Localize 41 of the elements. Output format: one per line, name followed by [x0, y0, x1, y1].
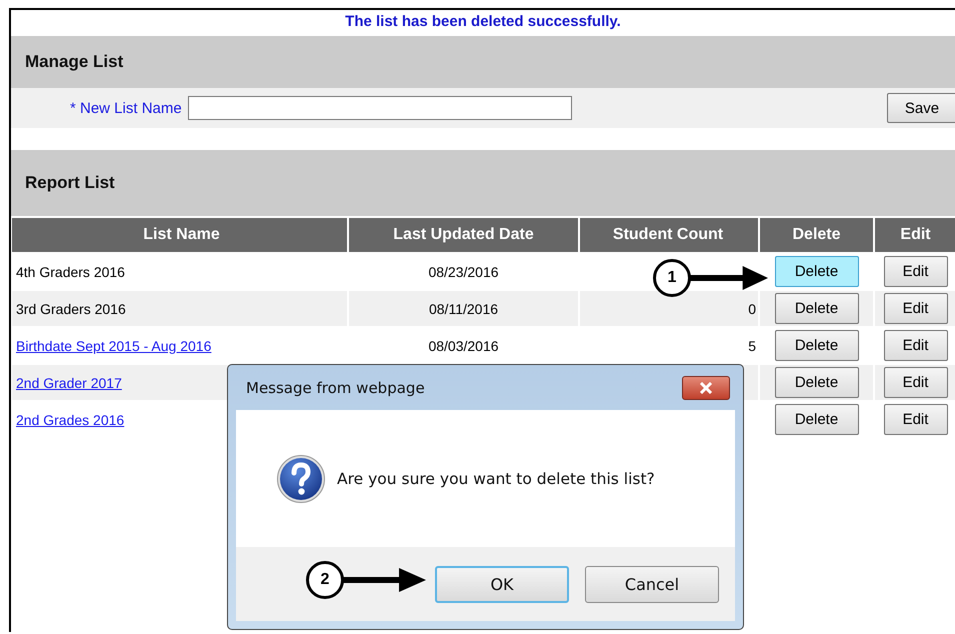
delete-button[interactable]: Delete [774, 367, 858, 398]
section-title: Report List [25, 173, 115, 193]
list-name-field[interactable] [188, 96, 572, 120]
column-header: List Name [12, 218, 347, 252]
edit-button[interactable]: Edit [884, 367, 948, 398]
column-header: Edit [875, 218, 955, 252]
ok-button[interactable]: OK [435, 566, 569, 602]
column-header: Student Count [580, 218, 758, 252]
edit-button[interactable]: Edit [884, 404, 948, 435]
edit-button[interactable]: Edit [884, 293, 948, 324]
edit-button[interactable]: Edit [884, 256, 948, 287]
success-message: The list has been deleted successfully. [344, 12, 622, 32]
section-title: Manage List [25, 52, 124, 72]
list-name-link[interactable]: 2nd Grader 2017 [16, 374, 122, 390]
delete-button[interactable]: Delete [774, 256, 858, 287]
list-name-link[interactable]: 2nd Grades 2016 [16, 412, 124, 428]
count-text: 5 [748, 338, 756, 354]
list-name: 3rd Graders 2016 [16, 300, 126, 316]
close-icon [699, 382, 713, 394]
date-text: 08/03/2016 [428, 338, 499, 354]
arrow-icon [343, 565, 426, 595]
list-name: 4th Graders 2016 [16, 264, 125, 280]
column-header: Delete [760, 218, 873, 252]
save-button[interactable]: Save [887, 93, 955, 123]
edit-button[interactable]: Edit [884, 330, 948, 361]
column-header: Last Updated Date [349, 218, 578, 252]
field-label: * New List Name [70, 100, 182, 116]
question-icon [276, 454, 326, 504]
step-number: 1 [653, 259, 691, 297]
date-text: 08/11/2016 [428, 300, 498, 316]
delete-button[interactable]: Delete [774, 293, 858, 324]
close-button[interactable] [682, 376, 730, 400]
delete-button[interactable]: Delete [774, 404, 858, 435]
count-text: 0 [748, 300, 756, 316]
cancel-button[interactable]: Cancel [585, 566, 719, 602]
dialog-title: Message from webpage [246, 378, 425, 396]
date-text: 08/23/2016 [428, 264, 499, 280]
arrow-icon [690, 263, 768, 293]
list-name-link[interactable]: Birthdate Sept 2015 - Aug 2016 [16, 338, 212, 354]
delete-button[interactable]: Delete [774, 330, 858, 361]
dialog-message: Are you sure you want to delete this list? [337, 470, 655, 488]
